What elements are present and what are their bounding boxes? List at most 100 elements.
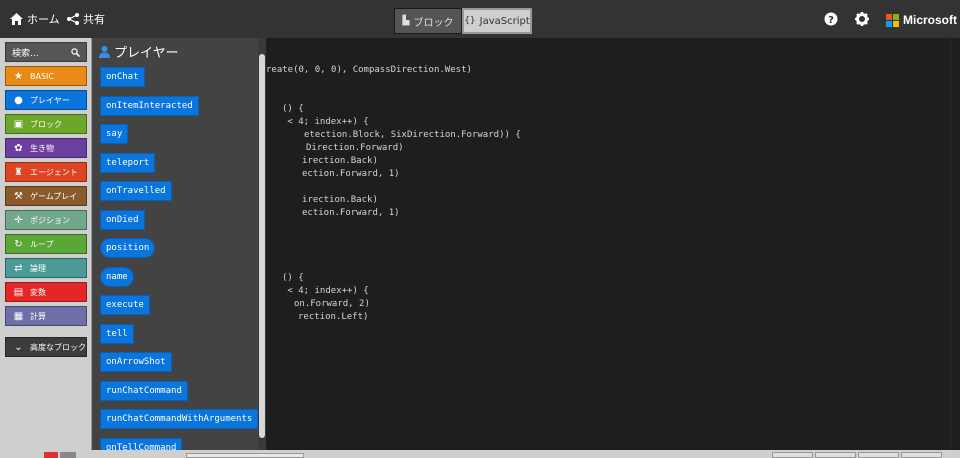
- person-icon: [99, 45, 110, 58]
- flyout-scrollbar-thumb[interactable]: [259, 54, 265, 438]
- brand-label: Microsoft: [903, 13, 957, 27]
- code-line: rection.Left): [298, 311, 368, 324]
- blocks-mode-button[interactable]: ▙ ブロック: [394, 8, 462, 34]
- toolbox-category-3[interactable]: ▣ ブロック: [5, 114, 87, 134]
- star-icon: ★: [14, 70, 23, 82]
- flyout-title: プレイヤー: [99, 42, 179, 61]
- cube-icon: ▣: [13, 118, 24, 130]
- paw-icon: ✿: [14, 142, 23, 154]
- flyout-block[interactable]: onTravelled: [100, 181, 172, 201]
- share-label: 共有: [83, 13, 105, 26]
- flyout-block[interactable]: tell: [100, 323, 134, 344]
- toolbox-category-10[interactable]: ▤ 変数: [5, 282, 87, 302]
- search-icon: [71, 47, 80, 57]
- toolbox-category-6[interactable]: ⚒ ゲームプレイ: [5, 186, 87, 206]
- stop-button[interactable]: [44, 452, 58, 458]
- crosshair-icon: ✛: [14, 214, 23, 226]
- block-flyout: プレイヤー onChat onItemInteracted say teleport o…: [92, 38, 266, 458]
- bottom-action-button[interactable]: [815, 452, 856, 458]
- flyout-block[interactable]: name: [100, 266, 134, 287]
- flyout-block[interactable]: teleport: [100, 152, 156, 173]
- code-line-text: < 4; index++) {: [282, 117, 369, 127]
- flyout-title-label: プレイヤー: [114, 46, 179, 61]
- flyout-block[interactable]: onArrowShot: [100, 352, 172, 372]
- code-line-text: on.Forward, 2): [294, 299, 370, 309]
- code-line-text: irection.Back): [302, 195, 378, 205]
- code-line-text: rection.Left): [298, 312, 369, 322]
- toolbox-category-11[interactable]: ▦ 計算: [5, 306, 87, 326]
- search-placeholder: 検索...: [12, 48, 39, 59]
- code-line-text: () {: [282, 273, 304, 283]
- code-line-text: irection.Back): [302, 156, 378, 166]
- code-line-text: etection.Block, SixDirection.Forward)) {: [304, 130, 521, 140]
- project-name-input[interactable]: [186, 453, 304, 458]
- flyout-scrollbar[interactable]: [258, 38, 266, 450]
- toolbox-category-8[interactable]: ↻ ループ: [5, 234, 87, 254]
- flyout-block[interactable]: runChatCommand: [100, 380, 188, 401]
- toolbox-category-label: 生き物: [30, 143, 54, 153]
- toolbox-category-9[interactable]: ⇄ 論理: [5, 258, 87, 278]
- toolbox-category-7[interactable]: ✛ ポジション: [5, 210, 87, 230]
- table-icon: ▤: [13, 286, 24, 298]
- microsoft-logo-icon: [886, 13, 899, 27]
- code-line: ection.Forward, 1): [302, 207, 400, 220]
- code-line-text: () {: [282, 104, 304, 114]
- braces-icon: {}: [464, 16, 476, 26]
- toolbox: 検索... ★ BASIC ● プレイヤー ▣ ブロック ✿ 生き物 ♜ エージェント ⚒ ゲームプレ…: [0, 38, 92, 450]
- editor-scrollbar[interactable]: [950, 38, 960, 450]
- blocks-mode-label: ブロック: [413, 17, 454, 29]
- code-line-text: reate(0, 0, 0), CompassDirection.West): [266, 65, 472, 75]
- toolbox-category-5[interactable]: ♜ エージェント: [5, 162, 87, 182]
- home-icon: [10, 13, 23, 25]
- code-line: < 4; index++) {: [282, 285, 369, 298]
- toolbox-category-label: 計算: [30, 311, 46, 321]
- flyout-block[interactable]: execute: [100, 295, 150, 315]
- share-button[interactable]: 共有: [67, 0, 105, 38]
- flyout-block[interactable]: onItemInteracted: [100, 95, 199, 116]
- code-line-text: < 4; index++) {: [282, 286, 369, 296]
- shuffle-icon: ⇄: [14, 262, 23, 274]
- flyout-block[interactable]: onChat: [100, 67, 145, 87]
- toolbox-category-label: ループ: [30, 239, 54, 249]
- toolbox-category-4[interactable]: ✿ 生き物: [5, 138, 87, 158]
- person-icon: ●: [14, 94, 23, 106]
- code-line: ection.Forward, 1): [302, 168, 400, 181]
- code-line: () {: [282, 272, 304, 285]
- toolbox-search-input[interactable]: 検索...: [5, 42, 87, 62]
- code-line: () {: [282, 103, 304, 116]
- home-button[interactable]: ホーム: [10, 0, 60, 38]
- flyout-block[interactable]: position: [100, 238, 156, 258]
- loop-icon: ↻: [14, 238, 23, 250]
- javascript-mode-button[interactable]: {} JavaScript: [462, 8, 532, 34]
- chevron-down-icon: ⌄: [14, 341, 23, 353]
- javascript-mode-label: JavaScript: [479, 15, 530, 27]
- code-line: < 4; index++) {: [282, 116, 369, 129]
- toolbox-category-2[interactable]: ● プレイヤー: [5, 90, 87, 110]
- share-icon: [67, 13, 79, 25]
- code-line: on.Forward, 2): [294, 298, 370, 311]
- toolbox-category-label: ブロック: [30, 119, 62, 129]
- flyout-block[interactable]: say: [100, 124, 129, 144]
- help-icon[interactable]: ?: [824, 12, 838, 26]
- code-line: irection.Back): [302, 155, 378, 168]
- bottom-action-button[interactable]: [901, 452, 942, 458]
- toolbox-category-label: プレイヤー: [30, 95, 70, 105]
- microsoft-logo[interactable]: Microsoft: [886, 13, 957, 27]
- flyout-block[interactable]: onDied: [100, 209, 145, 230]
- gear-icon[interactable]: [855, 12, 869, 26]
- code-editor[interactable]: reate(0, 0, 0), CompassDirection.West) ()…: [266, 38, 950, 450]
- top-bar: ホーム 共有 ▙ ブロック {} JavaScript ? Microsoft: [0, 0, 960, 38]
- toolbox-category-label: エージェント: [30, 167, 78, 177]
- code-line-text: ection.Forward, 1): [302, 169, 400, 179]
- code-line: etection.Block, SixDirection.Forward)) {: [304, 129, 521, 142]
- mute-button[interactable]: [60, 452, 76, 458]
- toolbox-category-1[interactable]: ★ BASIC: [5, 66, 87, 86]
- calculator-icon: ▦: [13, 310, 24, 322]
- bottom-action-button[interactable]: [858, 452, 899, 458]
- bottom-action-button[interactable]: [772, 452, 813, 458]
- blocks-icon: ▙: [402, 16, 410, 26]
- advanced-blocks-button[interactable]: ⌄ 高度なブロック: [5, 337, 87, 357]
- flyout-block[interactable]: runChatCommandWithArguments: [100, 409, 259, 429]
- code-line-text: ection.Forward, 1): [302, 208, 400, 218]
- toolbox-category-label: 論理: [30, 263, 46, 273]
